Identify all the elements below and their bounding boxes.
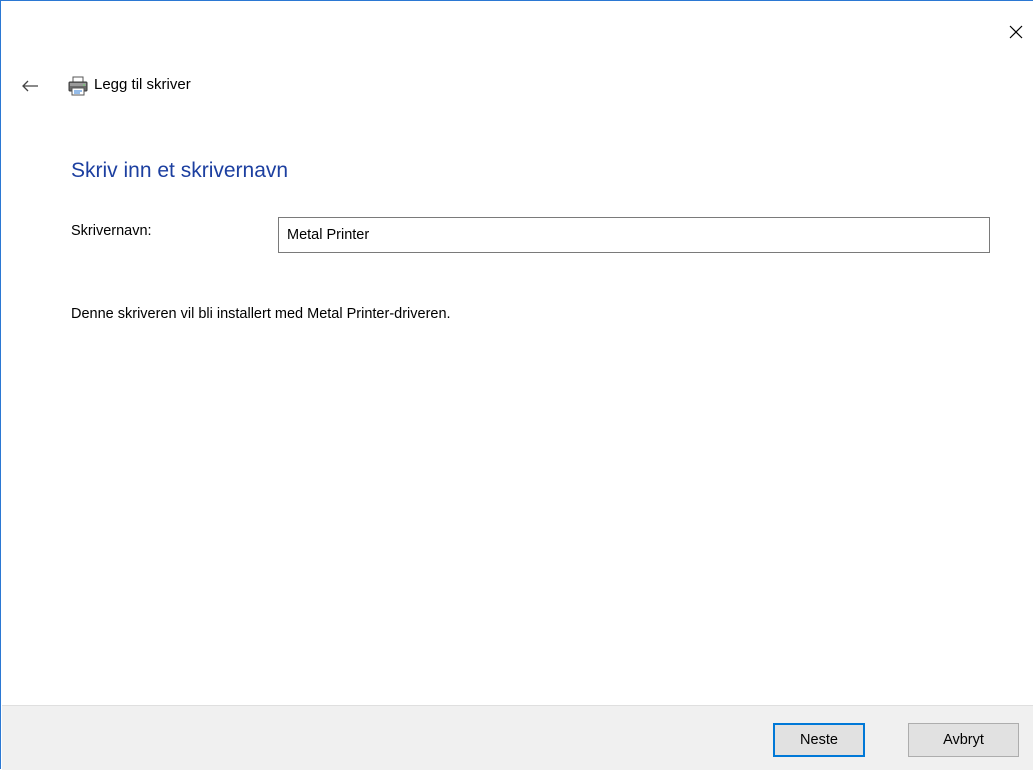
- page-heading: Skriv inn et skrivernavn: [71, 159, 289, 182]
- window-title: Legg til skriver: [94, 76, 191, 93]
- close-button[interactable]: [999, 15, 1033, 49]
- driver-info-text: Denne skriveren vil bli installert med M…: [71, 306, 451, 322]
- back-button[interactable]: [17, 73, 43, 99]
- cancel-button[interactable]: Avbryt: [908, 723, 1019, 757]
- printer-name-label: Skrivernavn:: [71, 223, 152, 239]
- next-button[interactable]: Neste: [773, 723, 865, 757]
- arrow-left-icon: [22, 80, 38, 92]
- close-icon: [1009, 25, 1023, 39]
- dialog-footer: [2, 705, 1033, 770]
- add-printer-dialog: Legg til skriver Skriv inn et skrivernav…: [0, 0, 1033, 770]
- printer-name-input[interactable]: [278, 217, 990, 253]
- printer-icon: [68, 76, 88, 96]
